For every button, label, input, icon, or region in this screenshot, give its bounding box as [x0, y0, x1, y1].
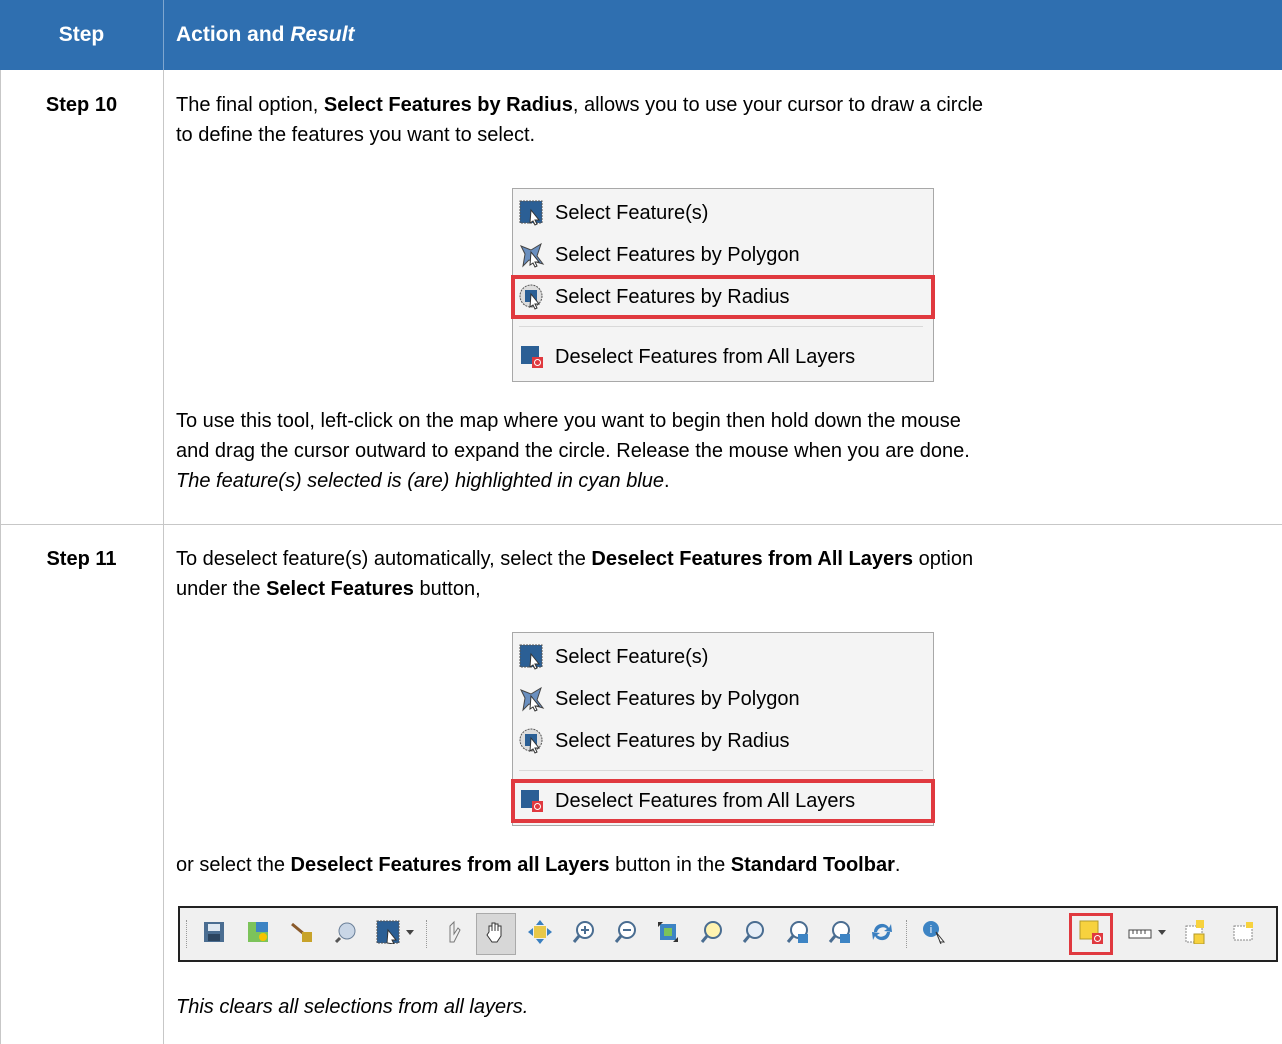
zoom-next-icon[interactable] [828, 920, 852, 944]
toolbar-grip[interactable] [906, 920, 910, 948]
italic-text: The feature(s) selected is (are) highlig… [176, 470, 665, 492]
zoom-out-icon[interactable] [614, 920, 638, 944]
pan-hand-icon[interactable] [483, 920, 507, 944]
measure-icon[interactable] [1128, 920, 1152, 944]
bold-text: Select Features by Radius [323, 94, 573, 116]
text: option [913, 548, 974, 570]
header-divider [163, 0, 164, 70]
bold-text: Select Features [266, 578, 414, 600]
select-feature-icon [519, 644, 545, 670]
brush-icon[interactable] [290, 920, 314, 944]
pan-to-selection-icon[interactable] [442, 920, 466, 944]
select-features-menu-1: Select Feature(s) Select Features by Pol… [511, 188, 935, 382]
step-10-intro: The final option, Select Features by Rad… [176, 90, 1271, 150]
menu-item-deselect-all[interactable]: Deselect Features from All Layers [511, 779, 935, 823]
text: , allows you to use your cursor to draw … [572, 94, 984, 116]
row-divider [0, 524, 1282, 525]
text: to define the features you want to selec… [176, 124, 536, 146]
text: button, [413, 578, 481, 600]
deselect-features-icon [519, 344, 545, 370]
menu-item-select-by-polygon[interactable]: Select Features by Polygon [513, 679, 933, 719]
text: . [894, 854, 901, 876]
deselect-features-icon[interactable] [1079, 920, 1103, 944]
zoom-to-selection-icon[interactable] [700, 920, 724, 944]
identify-map-icon[interactable] [334, 920, 358, 944]
deselect-features-icon [519, 788, 545, 814]
menu-item-select-feature[interactable]: Select Feature(s) [513, 193, 933, 233]
toolbar-grip[interactable] [186, 920, 190, 948]
bold-text: Deselect Features from all Layers [290, 854, 610, 876]
text: To use this tool, left-click on the map … [176, 410, 961, 432]
menu-item-label: Deselect Features from All Layers [555, 789, 856, 812]
menu-separator [519, 326, 923, 327]
select-radius-icon [519, 284, 545, 310]
text: button in the [609, 854, 731, 876]
menu-item-label: Select Features by Radius [555, 285, 790, 308]
text: under the [176, 578, 267, 600]
menu-item-label: Select Feature(s) [555, 201, 709, 224]
step-11-result: This clears all selections from all laye… [176, 992, 1271, 1022]
zoom-to-layer-icon[interactable] [742, 920, 766, 944]
table-column-divider [163, 70, 164, 1044]
step-10-instructions: To use this tool, left-click on the map … [176, 406, 1271, 496]
table-header: Step Action and Result [0, 0, 1282, 70]
menu-item-select-feature[interactable]: Select Feature(s) [513, 637, 933, 677]
bold-text: Deselect Features from All Layers [591, 548, 914, 570]
save-icon[interactable] [202, 920, 226, 944]
menu-item-deselect-all[interactable]: Deselect Features from All Layers [513, 337, 933, 377]
new-project-icon[interactable] [246, 920, 270, 944]
menu-item-label: Select Features by Polygon [555, 687, 800, 710]
text: or select the [176, 854, 291, 876]
header-action-label: Action and [176, 23, 291, 46]
header-result-label: Result [290, 23, 355, 46]
text: To deselect feature(s) automatically, se… [176, 548, 592, 570]
svg-text:i: i [930, 924, 932, 936]
menu-item-select-by-radius[interactable]: Select Features by Radius [513, 721, 933, 761]
dropdown-arrow-icon[interactable] [1156, 920, 1168, 944]
pan-map-icon[interactable] [528, 920, 552, 944]
select-radius-icon [519, 728, 545, 754]
show-bookmarks-icon[interactable] [1232, 920, 1256, 944]
header-action: Action and Result [176, 0, 355, 70]
bold-text: Standard Toolbar [730, 854, 895, 876]
text: . [664, 470, 670, 492]
menu-item-label: Deselect Features from All Layers [555, 345, 856, 368]
menu-item-select-by-polygon[interactable]: Select Features by Polygon [513, 235, 933, 275]
select-polygon-icon [519, 242, 545, 268]
menu-item-label: Select Feature(s) [555, 645, 709, 668]
menu-separator [519, 770, 923, 771]
select-features-menu-2: Select Feature(s) Select Features by Pol… [511, 632, 935, 826]
step-10-label: Step 10 [45, 94, 118, 116]
zoom-full-icon[interactable] [656, 920, 680, 944]
identify-features-icon[interactable]: i [922, 920, 946, 944]
toolbar-grip[interactable] [426, 920, 430, 948]
menu-item-label: Select Features by Polygon [555, 243, 800, 266]
select-polygon-icon [519, 686, 545, 712]
dropdown-arrow-icon[interactable] [404, 920, 416, 944]
menu-item-select-by-radius[interactable]: Select Features by Radius [511, 275, 935, 319]
zoom-in-icon[interactable] [572, 920, 596, 944]
zoom-last-icon[interactable] [786, 920, 810, 944]
standard-toolbar: i [178, 906, 1278, 962]
text: The final option, [176, 94, 324, 116]
menu-item-label: Select Features by Radius [555, 729, 790, 752]
step-11-toolbar-instruction: or select the Deselect Features from all… [176, 850, 1271, 880]
text: and drag the cursor outward to expand th… [176, 440, 970, 462]
select-feature-icon[interactable] [376, 920, 400, 944]
new-bookmark-icon[interactable] [1184, 920, 1208, 944]
italic-text: This clears all selections from all laye… [176, 996, 529, 1018]
header-step: Step [58, 23, 105, 46]
refresh-icon[interactable] [870, 920, 894, 944]
select-feature-icon [519, 200, 545, 226]
step-11-intro: To deselect feature(s) automatically, se… [176, 544, 1271, 604]
step-11-label: Step 11 [46, 548, 117, 570]
